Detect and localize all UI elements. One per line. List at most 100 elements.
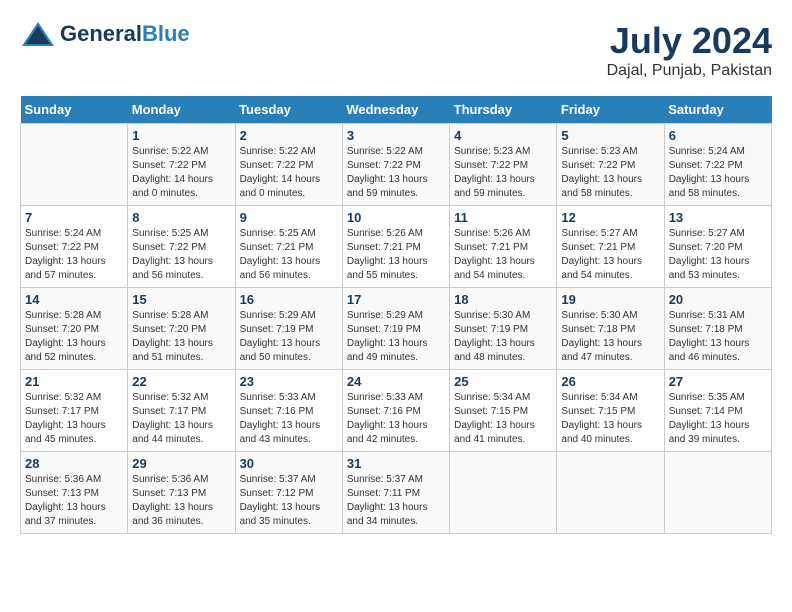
day-info: Sunrise: 5:30 AM Sunset: 7:19 PM Dayligh… <box>454 309 552 365</box>
logo-blue: Blue <box>142 21 190 46</box>
calendar-cell: 6 Sunrise: 5:24 AM Sunset: 7:22 PM Daylig… <box>664 124 771 206</box>
day-number: 27 <box>669 374 767 389</box>
day-info: Sunrise: 5:27 AM Sunset: 7:21 PM Dayligh… <box>561 227 659 283</box>
day-number: 17 <box>347 292 445 307</box>
weekday-header-tuesday: Tuesday <box>235 96 342 124</box>
day-info: Sunrise: 5:24 AM Sunset: 7:22 PM Dayligh… <box>25 227 123 283</box>
day-number: 2 <box>240 128 338 143</box>
day-number: 1 <box>132 128 230 143</box>
calendar-cell: 29Sunrise: 5:36 AM Sunset: 7:13 PM Dayli… <box>128 452 235 534</box>
weekday-header-row: SundayMondayTuesdayWednesdayThursdayFrid… <box>21 96 772 124</box>
logo: GeneralBlue <box>20 20 190 48</box>
week-row-3: 14 Sunrise: 5:28 AM Sunset: 7:20 PM Dayli… <box>21 288 772 370</box>
day-info: Sunrise: 5:29 AM Sunset: 7:19 PM Dayligh… <box>240 309 338 365</box>
day-info: Sunrise: 5:26 AM Sunset: 7:21 PM Dayligh… <box>347 227 445 283</box>
day-info: Sunrise: 5:36 AM Sunset: 7:13 PM Dayligh… <box>132 473 230 529</box>
calendar-cell: 28Sunrise: 5:36 AM Sunset: 7:13 PM Dayli… <box>21 452 128 534</box>
day-number: 10 <box>347 210 445 225</box>
day-number: 8 <box>132 210 230 225</box>
day-info: Sunrise: 5:35 AM Sunset: 7:14 PM Dayligh… <box>669 391 767 447</box>
day-number: 14 <box>25 292 123 307</box>
logo-general: General <box>60 21 142 46</box>
calendar-cell: 30Sunrise: 5:37 AM Sunset: 7:12 PM Dayli… <box>235 452 342 534</box>
day-number: 9 <box>240 210 338 225</box>
calendar-cell: 23 Sunrise: 5:33 AM Sunset: 7:16 PM Dayli… <box>235 370 342 452</box>
calendar-cell: 16Sunrise: 5:29 AM Sunset: 7:19 PM Dayli… <box>235 288 342 370</box>
day-info: Sunrise: 5:36 AM Sunset: 7:13 PM Dayligh… <box>25 473 123 529</box>
calendar-cell: 2 Sunrise: 5:22 AM Sunset: 7:22 PM Daylig… <box>235 124 342 206</box>
day-info: Sunrise: 5:33 AM Sunset: 7:16 PM Dayligh… <box>347 391 445 447</box>
day-number: 23 <box>240 374 338 389</box>
day-number: 19 <box>561 292 659 307</box>
calendar-cell: 9 Sunrise: 5:25 AM Sunset: 7:21 PM Daylig… <box>235 206 342 288</box>
day-number: 24 <box>347 374 445 389</box>
day-info: Sunrise: 5:32 AM Sunset: 7:17 PM Dayligh… <box>25 391 123 447</box>
calendar-cell: 15Sunrise: 5:28 AM Sunset: 7:20 PM Dayli… <box>128 288 235 370</box>
day-info: Sunrise: 5:28 AM Sunset: 7:20 PM Dayligh… <box>132 309 230 365</box>
calendar-cell <box>557 452 664 534</box>
calendar-cell: 11Sunrise: 5:26 AM Sunset: 7:21 PM Dayli… <box>450 206 557 288</box>
day-number: 25 <box>454 374 552 389</box>
calendar-cell: 24 Sunrise: 5:33 AM Sunset: 7:16 PM Dayli… <box>342 370 449 452</box>
day-number: 30 <box>240 456 338 471</box>
day-number: 21 <box>25 374 123 389</box>
weekday-header-thursday: Thursday <box>450 96 557 124</box>
day-info: Sunrise: 5:25 AM Sunset: 7:21 PM Dayligh… <box>240 227 338 283</box>
day-number: 3 <box>347 128 445 143</box>
calendar-cell: 5 Sunrise: 5:23 AM Sunset: 7:22 PM Daylig… <box>557 124 664 206</box>
day-number: 26 <box>561 374 659 389</box>
weekday-header-sunday: Sunday <box>21 96 128 124</box>
day-info: Sunrise: 5:34 AM Sunset: 7:15 PM Dayligh… <box>454 391 552 447</box>
calendar-cell: 27 Sunrise: 5:35 AM Sunset: 7:14 PM Dayli… <box>664 370 771 452</box>
calendar-cell: 26 Sunrise: 5:34 AM Sunset: 7:15 PM Dayli… <box>557 370 664 452</box>
day-info: Sunrise: 5:23 AM Sunset: 7:22 PM Dayligh… <box>454 145 552 201</box>
week-row-5: 28Sunrise: 5:36 AM Sunset: 7:13 PM Dayli… <box>21 452 772 534</box>
day-info: Sunrise: 5:30 AM Sunset: 7:18 PM Dayligh… <box>561 309 659 365</box>
calendar-cell: 20 Sunrise: 5:31 AM Sunset: 7:18 PM Dayli… <box>664 288 771 370</box>
calendar-cell <box>450 452 557 534</box>
day-info: Sunrise: 5:27 AM Sunset: 7:20 PM Dayligh… <box>669 227 767 283</box>
day-info: Sunrise: 5:34 AM Sunset: 7:15 PM Dayligh… <box>561 391 659 447</box>
day-info: Sunrise: 5:33 AM Sunset: 7:16 PM Dayligh… <box>240 391 338 447</box>
weekday-header-monday: Monday <box>128 96 235 124</box>
calendar-cell: 14 Sunrise: 5:28 AM Sunset: 7:20 PM Dayli… <box>21 288 128 370</box>
page-header: GeneralBlue July 2024 Dajal, Punjab, Pak… <box>20 20 772 80</box>
day-info: Sunrise: 5:37 AM Sunset: 7:11 PM Dayligh… <box>347 473 445 529</box>
week-row-1: 1 Sunrise: 5:22 AM Sunset: 7:22 PM Daylig… <box>21 124 772 206</box>
day-info: Sunrise: 5:22 AM Sunset: 7:22 PM Dayligh… <box>132 145 230 201</box>
day-info: Sunrise: 5:24 AM Sunset: 7:22 PM Dayligh… <box>669 145 767 201</box>
calendar-cell: 17 Sunrise: 5:29 AM Sunset: 7:19 PM Dayli… <box>342 288 449 370</box>
day-number: 7 <box>25 210 123 225</box>
day-number: 13 <box>669 210 767 225</box>
day-number: 31 <box>347 456 445 471</box>
calendar-cell: 13 Sunrise: 5:27 AM Sunset: 7:20 PM Dayli… <box>664 206 771 288</box>
day-info: Sunrise: 5:31 AM Sunset: 7:18 PM Dayligh… <box>669 309 767 365</box>
week-row-4: 21 Sunrise: 5:32 AM Sunset: 7:17 PM Dayli… <box>21 370 772 452</box>
calendar-cell: 31 Sunrise: 5:37 AM Sunset: 7:11 PM Dayli… <box>342 452 449 534</box>
day-info: Sunrise: 5:22 AM Sunset: 7:22 PM Dayligh… <box>240 145 338 201</box>
calendar-cell <box>664 452 771 534</box>
calendar-cell: 8 Sunrise: 5:25 AM Sunset: 7:22 PM Daylig… <box>128 206 235 288</box>
calendar-cell: 18Sunrise: 5:30 AM Sunset: 7:19 PM Dayli… <box>450 288 557 370</box>
calendar-cell: 4Sunrise: 5:23 AM Sunset: 7:22 PM Daylig… <box>450 124 557 206</box>
day-info: Sunrise: 5:28 AM Sunset: 7:20 PM Dayligh… <box>25 309 123 365</box>
day-number: 5 <box>561 128 659 143</box>
day-info: Sunrise: 5:29 AM Sunset: 7:19 PM Dayligh… <box>347 309 445 365</box>
calendar-cell: 19 Sunrise: 5:30 AM Sunset: 7:18 PM Dayli… <box>557 288 664 370</box>
day-info: Sunrise: 5:32 AM Sunset: 7:17 PM Dayligh… <box>132 391 230 447</box>
week-row-2: 7 Sunrise: 5:24 AM Sunset: 7:22 PM Daylig… <box>21 206 772 288</box>
calendar-cell: 10 Sunrise: 5:26 AM Sunset: 7:21 PM Dayli… <box>342 206 449 288</box>
location: Dajal, Punjab, Pakistan <box>607 62 772 80</box>
weekday-header-saturday: Saturday <box>664 96 771 124</box>
day-info: Sunrise: 5:26 AM Sunset: 7:21 PM Dayligh… <box>454 227 552 283</box>
day-number: 6 <box>669 128 767 143</box>
title-block: July 2024 Dajal, Punjab, Pakistan <box>607 20 772 80</box>
day-number: 12 <box>561 210 659 225</box>
day-number: 20 <box>669 292 767 307</box>
calendar-cell: 21 Sunrise: 5:32 AM Sunset: 7:17 PM Dayli… <box>21 370 128 452</box>
day-info: Sunrise: 5:25 AM Sunset: 7:22 PM Dayligh… <box>132 227 230 283</box>
calendar-cell <box>21 124 128 206</box>
weekday-header-wednesday: Wednesday <box>342 96 449 124</box>
logo-icon <box>20 20 56 48</box>
day-info: Sunrise: 5:23 AM Sunset: 7:22 PM Dayligh… <box>561 145 659 201</box>
